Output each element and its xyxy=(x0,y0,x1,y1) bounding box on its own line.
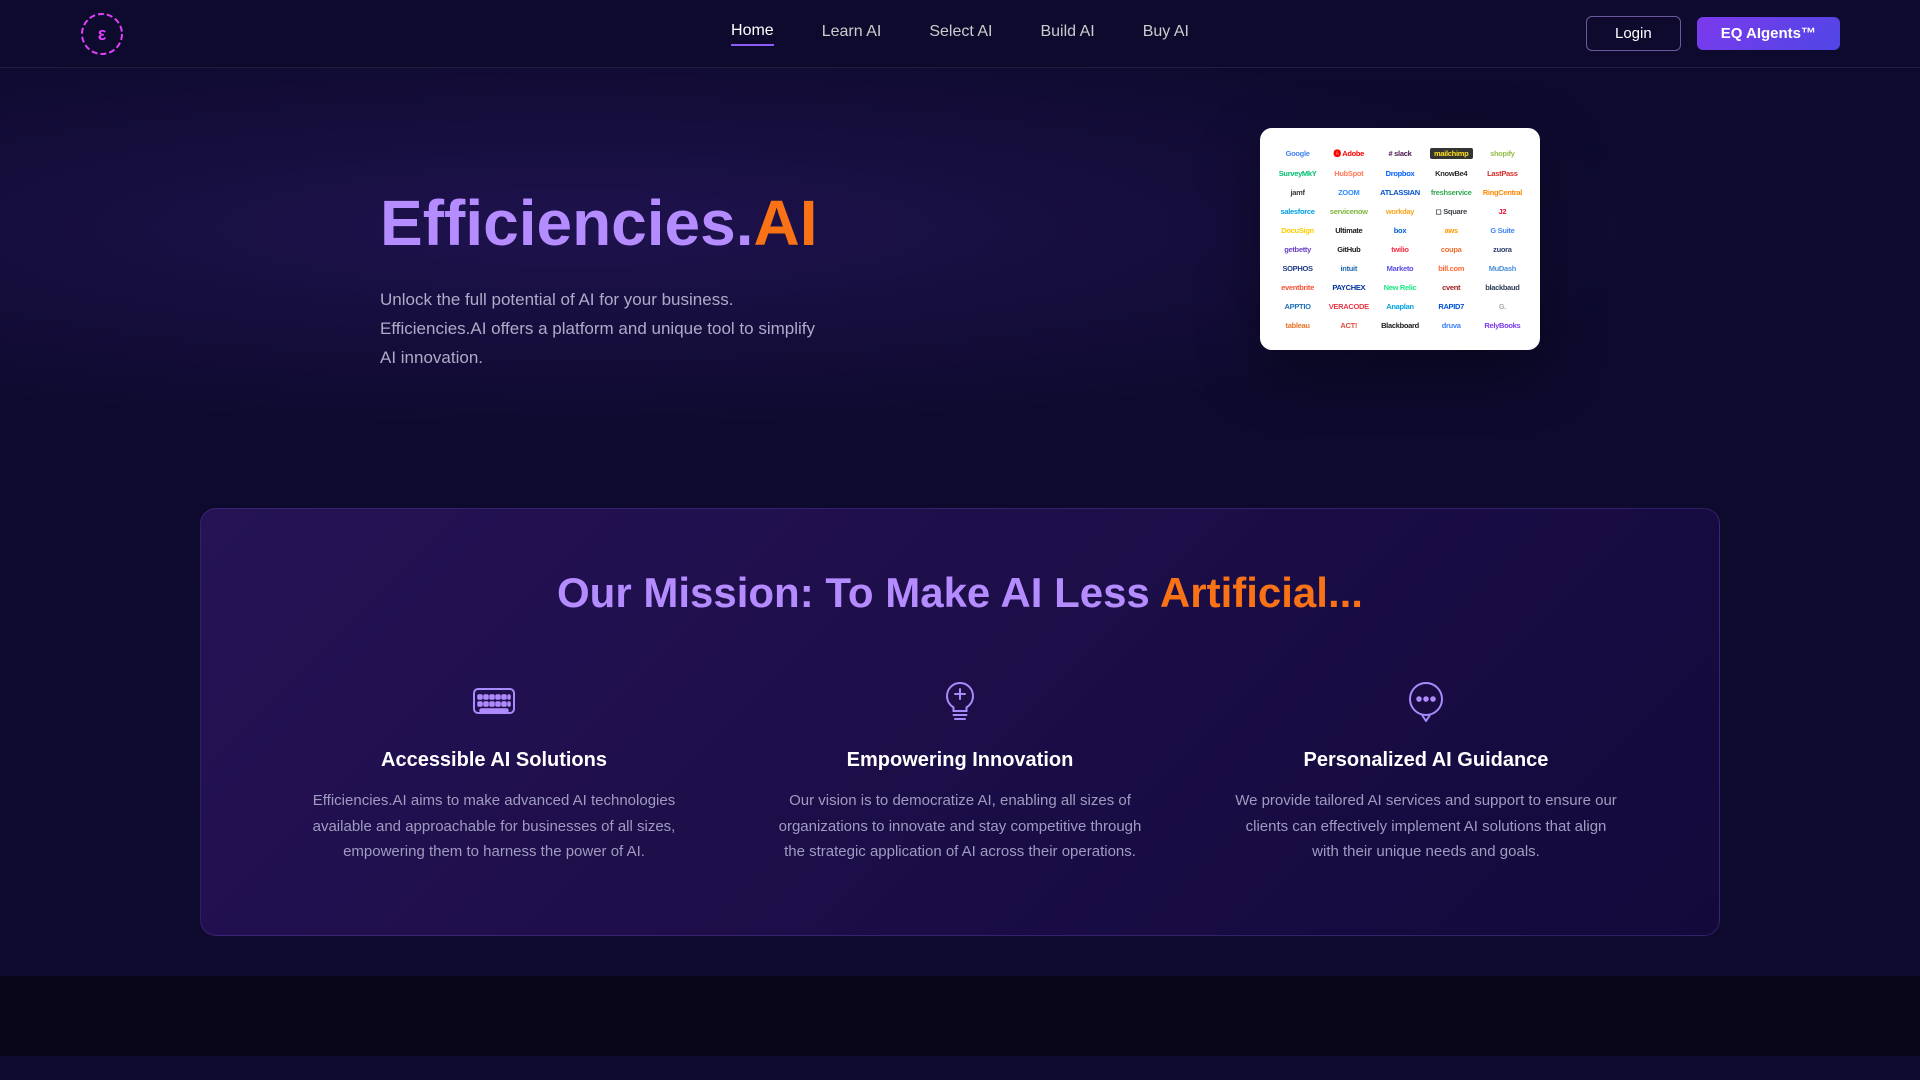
logo-anaplan: Anaplan xyxy=(1378,302,1421,311)
mission-section: Our Mission: To Make AI Less Artificial.… xyxy=(200,508,1720,936)
logo-gsuite: G Suite xyxy=(1481,226,1524,235)
logo-zoom: ZOOM xyxy=(1327,188,1370,197)
logo-knowbe4: KnowBe4 xyxy=(1430,169,1473,178)
chat-icon xyxy=(1398,673,1454,729)
logo-ringcentral: RingCentral xyxy=(1481,188,1524,197)
logo-rapid7: RAPID7 xyxy=(1430,302,1473,311)
logo-paychex: PAYCHEX xyxy=(1327,283,1370,292)
hero-title-efficiencies: Efficiencies. xyxy=(380,187,754,259)
logo-slack: # slack xyxy=(1378,149,1421,158)
logo-jamf: jamf xyxy=(1276,188,1319,197)
logo-apptio: APPTIO xyxy=(1276,302,1319,311)
logo-workday: workday xyxy=(1378,207,1421,216)
logo-ultimate: Ultimate xyxy=(1327,226,1370,235)
card-desc-guidance: We provide tailored AI services and supp… xyxy=(1233,788,1619,865)
logo-github: GitHub xyxy=(1327,245,1370,254)
hero-section: Efficiencies.AI Unlock the full potentia… xyxy=(0,68,1920,468)
logo-twilio: twilio xyxy=(1378,245,1421,254)
logo-mailchimp: mailchimp xyxy=(1430,148,1473,159)
logo-shopify: shopify xyxy=(1481,149,1524,158)
logo-billcom: bill.com xyxy=(1430,264,1473,273)
hero-description: Unlock the full potential of AI for your… xyxy=(380,286,820,373)
logo-google: Google xyxy=(1276,149,1319,158)
logo-newrelic: New Relic xyxy=(1378,283,1421,292)
logo-aws: aws xyxy=(1430,226,1473,235)
logo-docusign: DocuSign xyxy=(1276,226,1319,235)
logo-freshservice: freshservice xyxy=(1430,188,1473,197)
mission-card-innovation: Empowering Innovation Our vision is to d… xyxy=(747,673,1173,865)
logo-tableau: tableau xyxy=(1276,321,1319,330)
chat-svg xyxy=(1402,677,1450,725)
nav-select-ai[interactable]: Select AI xyxy=(929,23,992,45)
logo-act: ACT! xyxy=(1327,321,1370,330)
nav-links: Home Learn AI Select AI Build AI Buy AI xyxy=(731,22,1189,46)
logo-salesforce: salesforce xyxy=(1276,207,1319,216)
logo-extra: G. xyxy=(1481,302,1524,311)
logo-blackbaud: blackbaud xyxy=(1481,283,1524,292)
logo-coupa: coupa xyxy=(1430,245,1473,254)
logo-druva: druva xyxy=(1430,321,1473,330)
logo-surveymonkey: SurveyMkY xyxy=(1276,169,1319,178)
logo-blackboard: Blackboard xyxy=(1378,321,1421,330)
card-title-guidance: Personalized AI Guidance xyxy=(1233,749,1619,772)
logo-eventbrite: eventbrite xyxy=(1276,283,1319,292)
mission-title: Our Mission: To Make AI Less Artificial.… xyxy=(281,569,1639,617)
keyboard-svg xyxy=(470,677,518,725)
hero-title-ai: AI xyxy=(754,187,818,259)
mission-title-part2: Artificial... xyxy=(1160,569,1363,616)
logo-servicenow: servicenow xyxy=(1327,207,1370,216)
logos-card: Google 🅐 Adobe # slack mailchimp shopify… xyxy=(1260,128,1540,350)
nav-home[interactable]: Home xyxy=(731,22,774,46)
nav-buy-ai[interactable]: Buy AI xyxy=(1143,23,1189,45)
nav-actions: Login EQ AIgents™ xyxy=(1586,16,1840,51)
logo-adobe: 🅐 Adobe xyxy=(1327,148,1370,159)
logo-dropbox: Dropbox xyxy=(1378,169,1421,178)
card-title-innovation: Empowering Innovation xyxy=(767,749,1153,772)
login-button[interactable]: Login xyxy=(1586,16,1681,51)
logo-hubspot: HubSpot xyxy=(1327,169,1370,178)
logo-getbetty: getbetty xyxy=(1276,245,1319,254)
logo-mudash: MuDash xyxy=(1481,264,1524,273)
svg-text:ε: ε xyxy=(98,24,107,44)
logo-square: ◻ Square xyxy=(1430,207,1473,216)
logo-intuit: intuit xyxy=(1327,264,1370,273)
keyboard-icon xyxy=(466,673,522,729)
nav-build-ai[interactable]: Build AI xyxy=(1040,23,1094,45)
lightbulb-svg xyxy=(936,677,984,725)
logo-icon: ε xyxy=(80,12,124,56)
footer xyxy=(0,976,1920,1056)
logo-sophos: SOPHOS xyxy=(1276,264,1319,273)
logo-veracode: VERACODE xyxy=(1327,302,1370,311)
logo-j2: J2 xyxy=(1481,207,1524,216)
hero-title: Efficiencies.AI xyxy=(380,188,900,258)
mission-card-accessible: Accessible AI Solutions Efficiencies.AI … xyxy=(281,673,707,865)
logo-relybooks: RelyBooks xyxy=(1481,321,1524,330)
mission-card-guidance: Personalized AI Guidance We provide tail… xyxy=(1213,673,1639,865)
nav-learn-ai[interactable]: Learn AI xyxy=(822,23,882,45)
logo-box: box xyxy=(1378,226,1421,235)
card-title-accessible: Accessible AI Solutions xyxy=(301,749,687,772)
mission-cards: Accessible AI Solutions Efficiencies.AI … xyxy=(281,673,1639,865)
logo-marketo: Marketo xyxy=(1378,264,1421,273)
logo-lastpass: LastPass xyxy=(1481,169,1524,178)
logos-grid: Google 🅐 Adobe # slack mailchimp shopify… xyxy=(1276,148,1524,330)
logo-atlassian: ATLASSIAN xyxy=(1378,188,1421,197)
hero-content: Efficiencies.AI Unlock the full potentia… xyxy=(380,148,900,373)
logo-zuora: zuora xyxy=(1481,245,1524,254)
logo[interactable]: ε xyxy=(80,12,124,56)
card-desc-accessible: Efficiencies.AI aims to make advanced AI… xyxy=(301,788,687,865)
lightbulb-icon xyxy=(932,673,988,729)
mission-title-part1: Our Mission: To Make AI Less xyxy=(557,569,1160,616)
navbar: ε Home Learn AI Select AI Build AI Buy A… xyxy=(0,0,1920,68)
card-desc-innovation: Our vision is to democratize AI, enablin… xyxy=(767,788,1153,865)
logo-cvent: cvent xyxy=(1430,283,1473,292)
eq-aigents-button[interactable]: EQ AIgents™ xyxy=(1697,17,1840,50)
